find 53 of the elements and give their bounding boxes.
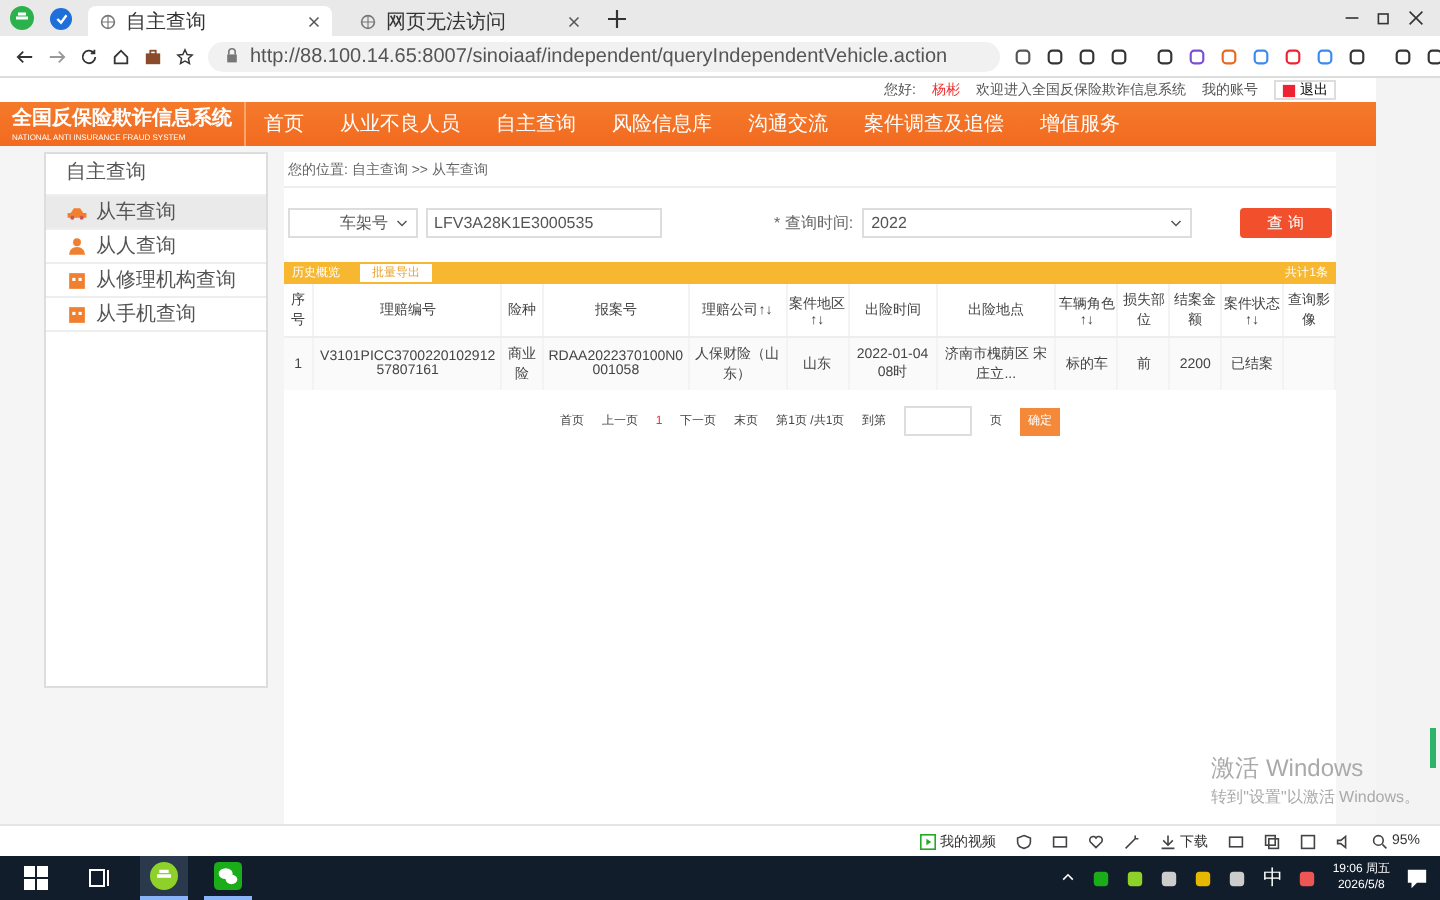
- window-icon[interactable]: [1299, 833, 1316, 849]
- notification-icon[interactable]: [1406, 867, 1428, 889]
- activation-title: 激活 Windows: [1211, 752, 1366, 786]
- tab-title: 自主查询: [126, 9, 208, 35]
- logo-title: 全国反保险欺诈信息系统: [12, 107, 232, 131]
- star-icon[interactable]: [176, 47, 194, 65]
- heart-icon[interactable]: [1087, 833, 1104, 849]
- plus-icon[interactable]: [608, 9, 626, 27]
- browser-tab[interactable]: 网页无法访问: [348, 6, 592, 36]
- input-method-indicator[interactable]: 中: [1262, 864, 1283, 892]
- vin-input-field[interactable]: LFV3A28K1E3000535: [426, 208, 663, 238]
- zoom-icon: [1371, 833, 1388, 849]
- sidebar-item[interactable]: 从修理机构查询: [46, 264, 266, 298]
- time-label: * 查询时间:: [774, 212, 854, 234]
- address-field[interactable]: http://88.100.14.65:8007/sinoiaaf/independent/queryIndependentVehicle.action: [208, 41, 1000, 71]
- browser-logo-icon: [150, 862, 178, 890]
- close-icon[interactable]: [1408, 10, 1424, 26]
- tab-title: 网页无法访问: [386, 9, 508, 35]
- query-button[interactable]: 查 询: [1239, 208, 1332, 238]
- year-select[interactable]: 2022: [861, 208, 1192, 238]
- activation-hint: 转到"设置"以激活 Windows。: [1211, 786, 1420, 808]
- sidebar-item[interactable]: 从手机查询: [46, 298, 266, 332]
- taskbar-app[interactable]: [204, 856, 252, 900]
- task-view-icon[interactable]: [88, 866, 112, 890]
- logout-icon: [1282, 83, 1296, 97]
- play-icon: [919, 833, 936, 849]
- restore-icon[interactable]: [1376, 10, 1392, 26]
- chevron-up-icon[interactable]: [1060, 870, 1077, 886]
- back-icon[interactable]: [16, 47, 34, 65]
- building-icon: [66, 303, 88, 325]
- reload-icon[interactable]: [80, 47, 98, 65]
- sidebar-item[interactable]: 从车查询: [46, 196, 266, 230]
- chat-bubbles-icon: [214, 862, 242, 890]
- person-icon: [66, 235, 88, 257]
- building-icon: [66, 269, 88, 291]
- speaker-icon[interactable]: [1335, 833, 1352, 849]
- globe-icon: [100, 13, 116, 29]
- field-type-select[interactable]: 车架号: [288, 208, 419, 238]
- forward-icon[interactable]: [48, 47, 66, 65]
- copy-icon[interactable]: [1263, 833, 1280, 849]
- browser-logo-icon[interactable]: [10, 6, 34, 30]
- sidebar-item[interactable]: 从人查询: [46, 230, 266, 264]
- globe-icon: [360, 13, 376, 29]
- lock-warning-icon: [224, 48, 240, 64]
- close-icon[interactable]: [568, 15, 580, 27]
- briefcase-icon[interactable]: [144, 47, 162, 65]
- page-input-field[interactable]: [904, 406, 973, 436]
- scrollbar-thumb[interactable]: [1430, 728, 1436, 768]
- taskbar-app[interactable]: [140, 856, 188, 900]
- browser-tab[interactable]: 自主查询: [88, 6, 332, 36]
- windows-start-icon[interactable]: [24, 866, 48, 890]
- home-icon[interactable]: [112, 47, 130, 65]
- close-icon[interactable]: [308, 15, 320, 27]
